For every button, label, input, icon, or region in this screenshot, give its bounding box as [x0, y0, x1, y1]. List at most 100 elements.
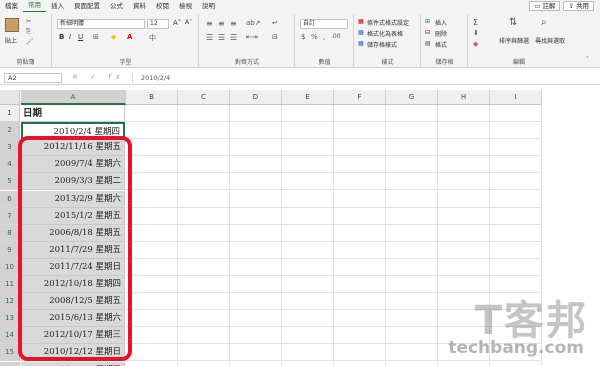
row-header-9[interactable]: 9 — [0, 241, 20, 259]
cell-a15[interactable]: 2010/12/12 星期日 — [21, 344, 125, 362]
comma-icon[interactable]: , — [323, 33, 325, 41]
column-header-a[interactable]: A — [21, 90, 126, 105]
cell-c2[interactable] — [178, 122, 230, 140]
row-header-14[interactable]: 14 — [0, 327, 20, 345]
cell-d13[interactable] — [230, 310, 282, 328]
tab-insert[interactable]: 插入 — [46, 0, 69, 12]
cell-a10[interactable]: 2011/7/24 星期日 — [21, 258, 125, 276]
cell-i9[interactable] — [490, 241, 542, 259]
column-header-b[interactable]: B — [126, 90, 178, 105]
cell-c11[interactable] — [178, 276, 230, 294]
orientation-icon[interactable]: ab↗ — [246, 19, 261, 27]
cell-h5[interactable] — [438, 173, 490, 191]
cell-d4[interactable] — [230, 156, 282, 174]
merge-center-icon[interactable]: ⊟ — [272, 33, 278, 41]
clear-icon[interactable]: ◆ — [473, 40, 478, 48]
cell-g5[interactable] — [386, 173, 438, 191]
cell-a5[interactable]: 2009/3/3 星期二 — [21, 173, 125, 191]
cell-c7[interactable] — [178, 207, 230, 225]
currency-icon[interactable]: $ — [301, 33, 305, 41]
cell-h4[interactable] — [438, 156, 490, 174]
cell-a7[interactable]: 2015/1/2 星期五 — [21, 207, 125, 225]
cell-a9[interactable]: 2011/7/29 星期五 — [21, 241, 125, 259]
cell-a12[interactable]: 2008/12/5 星期五 — [21, 293, 125, 311]
cell-c8[interactable] — [178, 224, 230, 242]
cell-d1[interactable] — [230, 105, 282, 123]
cell-c14[interactable] — [178, 327, 230, 345]
cell-e8[interactable] — [282, 224, 334, 242]
tab-file[interactable]: 檔案 — [0, 0, 23, 12]
shrink-font-icon[interactable]: A˅ — [185, 19, 192, 26]
format-as-table-icon[interactable]: ▦ — [358, 29, 364, 36]
number-format-select[interactable]: 自訂 — [300, 19, 348, 29]
cell-e9[interactable] — [282, 241, 334, 259]
cell-e5[interactable] — [282, 173, 334, 191]
cell-i5[interactable] — [490, 173, 542, 191]
column-header-i[interactable]: I — [490, 90, 542, 105]
fx-icon[interactable]: fx — [108, 73, 125, 81]
cell-f13[interactable] — [334, 310, 386, 328]
indent-icon[interactable]: ⇤⇥ — [246, 33, 258, 41]
grow-font-icon[interactable]: A˄ — [173, 19, 181, 27]
cell-d10[interactable] — [230, 258, 282, 276]
cell-d6[interactable] — [230, 190, 282, 208]
cell-b5[interactable] — [126, 173, 178, 191]
cell-d8[interactable] — [230, 224, 282, 242]
cell-e10[interactable] — [282, 258, 334, 276]
column-header-e[interactable]: E — [282, 90, 334, 105]
cell-e15[interactable] — [282, 344, 334, 362]
cell-f1[interactable] — [334, 105, 386, 123]
cell-b13[interactable] — [126, 310, 178, 328]
percent-icon[interactable]: % — [311, 33, 318, 41]
cell-b16[interactable] — [126, 361, 178, 366]
phonetic-icon[interactable]: 中 — [149, 33, 156, 43]
font-color-icon[interactable]: A — [127, 33, 132, 41]
cut-icon[interactable]: ✂ — [26, 18, 31, 25]
cell-d3[interactable] — [230, 139, 282, 157]
italic-icon[interactable]: I — [69, 33, 71, 41]
insert-cells-icon[interactable]: ⊞ — [425, 18, 430, 25]
cell-d7[interactable] — [230, 207, 282, 225]
cell-f5[interactable] — [334, 173, 386, 191]
paste-icon[interactable] — [5, 18, 19, 32]
row-header-12[interactable]: 12 — [0, 293, 20, 311]
delete-cells-icon[interactable]: ⊟ — [425, 29, 430, 36]
cell-i6[interactable] — [490, 190, 542, 208]
cell-e6[interactable] — [282, 190, 334, 208]
font-size-select[interactable]: 12 — [147, 19, 169, 29]
cell-d2[interactable] — [230, 122, 282, 140]
share-button[interactable]: ⇪ 共用 — [563, 1, 594, 11]
cell-c16[interactable] — [178, 361, 230, 366]
cell-d5[interactable] — [230, 173, 282, 191]
cell-h2[interactable] — [438, 122, 490, 140]
cell-a1-header[interactable]: 日期 — [21, 105, 125, 123]
cell-g3[interactable] — [386, 139, 438, 157]
row-header-5[interactable]: 5 — [0, 173, 20, 191]
cell-f11[interactable] — [334, 276, 386, 294]
cell-f6[interactable] — [334, 190, 386, 208]
row-header-11[interactable]: 11 — [0, 276, 20, 294]
cell-b4[interactable] — [126, 156, 178, 174]
cell-styles-label[interactable]: 儲存格樣式 — [367, 40, 397, 49]
fill-color-icon[interactable]: ◆ — [111, 33, 116, 41]
tab-view[interactable]: 檢視 — [174, 0, 197, 12]
cell-g10[interactable] — [386, 258, 438, 276]
cell-g9[interactable] — [386, 241, 438, 259]
tab-review[interactable]: 校閱 — [151, 0, 174, 12]
cell-f8[interactable] — [334, 224, 386, 242]
cell-c5[interactable] — [178, 173, 230, 191]
cell-i3[interactable] — [490, 139, 542, 157]
cell-b8[interactable] — [126, 224, 178, 242]
insert-cells-label[interactable]: 插入 — [435, 18, 447, 27]
align-middle-icon[interactable]: ≡ — [218, 19, 225, 28]
cell-c10[interactable] — [178, 258, 230, 276]
cell-h16[interactable] — [438, 361, 490, 366]
align-top-icon[interactable]: ≡ — [206, 19, 213, 28]
cell-b10[interactable] — [126, 258, 178, 276]
cell-h1[interactable] — [438, 105, 490, 123]
copy-icon[interactable]: ⎘ — [26, 28, 31, 36]
cell-c4[interactable] — [178, 156, 230, 174]
cell-g4[interactable] — [386, 156, 438, 174]
cell-a16[interactable]: 2014/3/28 星期五 — [21, 361, 125, 366]
column-header-d[interactable]: D — [230, 90, 282, 105]
